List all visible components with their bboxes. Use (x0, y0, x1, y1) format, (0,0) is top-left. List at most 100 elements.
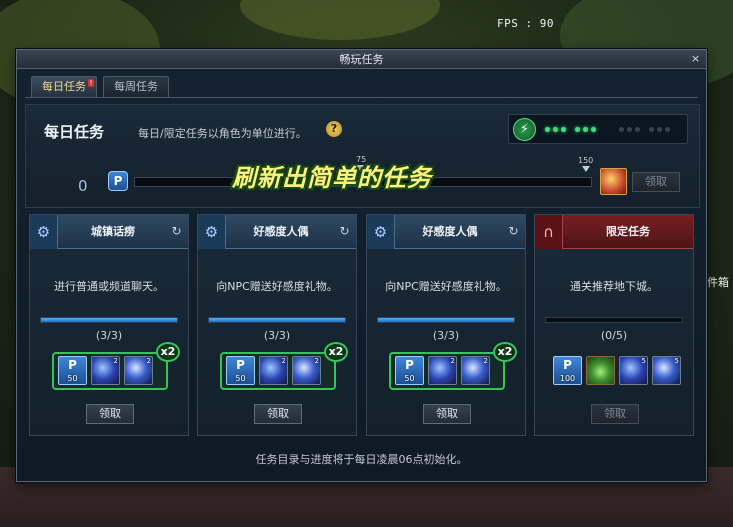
blue-orb-reward-icon[interactable]: 5 (619, 356, 648, 385)
refresh-icon[interactable]: ↻ (170, 225, 183, 238)
card-claim-button[interactable]: 领取 (86, 404, 134, 424)
refresh-icon[interactable]: ↻ (507, 225, 520, 238)
reward-qty: 5 (674, 357, 679, 365)
p-glyph: P (405, 358, 414, 372)
reward-qty: 2 (146, 357, 151, 365)
dungeon-gate-icon: ∩ (535, 215, 563, 249)
energy-pip-filled (545, 127, 550, 132)
reward-qty: 2 (314, 357, 319, 365)
lightning-icon: ⚡ (513, 118, 536, 141)
milestone-claim-button[interactable]: 领取 (632, 172, 680, 192)
p-glyph: P (68, 358, 77, 372)
gear-icon: ⚙ (367, 215, 395, 249)
blue-orb-reward-icon[interactable]: 2 (259, 356, 288, 385)
gear-icon: ⚙ (30, 215, 58, 249)
point-count: 0 (78, 177, 88, 195)
energy-pip-empty (627, 127, 632, 132)
reward-qty: 2 (450, 357, 455, 365)
card-description: 通关推荐地下城。 (570, 280, 658, 293)
refresh-banner: 刷新出简单的任务 (232, 164, 432, 192)
card-claim-button[interactable]: 领取 (591, 404, 639, 424)
card-claim-button[interactable]: 领取 (423, 404, 471, 424)
crystal-reward-icon[interactable]: 2 (292, 356, 321, 385)
card-rewards: P 50 2 2 x2 (389, 342, 517, 390)
reward-multiplier-badge: x2 (156, 342, 180, 362)
gear-icon: ⚙ (198, 215, 226, 249)
p-glyph: P (236, 358, 245, 372)
tab-weekly-label: 每周任务 (114, 80, 158, 93)
card-progress-fill (378, 318, 514, 322)
tab-daily-label: 每日任务 (42, 80, 86, 93)
potion-reward-icon[interactable] (586, 356, 615, 385)
p-point-reward-icon[interactable]: P 50 (395, 356, 424, 385)
fps-counter: FPS : 90 (497, 17, 554, 30)
energy-pip-filled (591, 127, 596, 132)
quest-card-town-chat: ⚙ 城镇话痨 ↻ 进行普通或频道聊天。 (3/3) P 50 2 2 x2 领取 (29, 214, 189, 436)
card-claim-button[interactable]: 领取 (254, 404, 302, 424)
card-progress-count: (3/3) (432, 329, 460, 342)
reward-amount: 50 (67, 374, 78, 383)
close-icon[interactable]: × (689, 53, 702, 66)
energy-pip-filled (583, 127, 588, 132)
quest-card-favor-doll: ⚙ 好感度人偶 ↻ 向NPC赠送好感度礼物。 (3/3) P 50 2 2 x2 … (197, 214, 357, 436)
quest-window: 畅玩任务 × 每日任务 ! 每周任务 每日任务 每日/限定任务以角色为单位进行。… (16, 49, 707, 482)
crystal-reward-icon[interactable]: 2 (124, 356, 153, 385)
page-description: 每日/限定任务以角色为单位进行。 (138, 127, 307, 140)
card-progress-count: (3/3) (263, 329, 291, 342)
quest-card-limited: ∩ 限定任务 通关推荐地下城。 (0/5) P 100 5 5 领取 (534, 214, 694, 436)
card-header: ⚙ 好感度人偶 ↻ (198, 215, 356, 249)
energy-pips-empty (619, 127, 670, 132)
reward-qty: 2 (113, 357, 118, 365)
card-progress-count: (3/3) (95, 329, 123, 342)
tab-weekly[interactable]: 每周任务 (103, 76, 169, 97)
side-menu-label[interactable]: 件箱 (707, 274, 729, 290)
card-rewards: P 100 5 5 (547, 352, 687, 390)
energy-pip-empty (657, 127, 662, 132)
card-progress-bar (40, 317, 178, 323)
reward-amount: 100 (559, 374, 576, 383)
card-title: 好感度人偶 (422, 225, 478, 238)
card-description: 进行普通或频道聊天。 (54, 280, 164, 293)
point-p-icon: P (108, 171, 128, 191)
p-point-reward-icon[interactable]: P 100 (553, 356, 582, 385)
page-title: 每日任务 (44, 123, 105, 141)
card-rewards: P 50 2 2 x2 (52, 342, 180, 390)
reward-qty: 2 (281, 357, 286, 365)
reward-qty: 5 (641, 357, 646, 365)
energy-pip-empty (635, 127, 640, 132)
reward-multiplier-badge: x2 (493, 342, 517, 362)
background-foliage (240, 0, 440, 40)
help-icon[interactable]: ? (326, 121, 342, 137)
card-description: 向NPC赠送好感度礼物。 (216, 280, 338, 293)
card-description: 向NPC赠送好感度礼物。 (385, 280, 507, 293)
card-header: ⚙ 好感度人偶 ↻ (367, 215, 525, 249)
energy-pip-empty (649, 127, 654, 132)
window-titlebar[interactable]: 畅玩任务 × (17, 50, 706, 69)
card-title: 城镇话痨 (91, 225, 135, 238)
milestone-reward-icon[interactable] (600, 168, 627, 195)
reset-notice: 任务目录与进度将于每日凌晨06点初始化。 (255, 453, 468, 466)
window-title: 畅玩任务 (339, 53, 384, 66)
energy-pip-empty (665, 127, 670, 132)
p-glyph: P (563, 358, 572, 372)
tab-daily[interactable]: 每日任务 ! (31, 76, 97, 97)
card-header: ∩ 限定任务 (535, 215, 693, 249)
card-progress-bar (377, 317, 515, 323)
card-progress-fill (41, 318, 177, 322)
crystal-reward-icon[interactable]: 2 (461, 356, 490, 385)
card-rewards: P 50 2 2 x2 (220, 342, 348, 390)
crystal-reward-icon[interactable]: 5 (652, 356, 681, 385)
milestone-max-marker (582, 166, 590, 172)
reward-qty: 2 (483, 357, 488, 365)
energy-indicator: ⚡ (508, 114, 688, 144)
card-title: 限定任务 (606, 225, 650, 238)
blue-orb-reward-icon[interactable]: 2 (91, 356, 120, 385)
milestone-max-label: 150 (578, 156, 594, 165)
reward-multiplier-badge: x2 (324, 342, 348, 362)
blue-orb-reward-icon[interactable]: 2 (428, 356, 457, 385)
energy-pip-filled (575, 127, 580, 132)
reward-amount: 50 (404, 374, 415, 383)
refresh-icon[interactable]: ↻ (338, 225, 351, 238)
p-point-reward-icon[interactable]: P 50 (226, 356, 255, 385)
p-point-reward-icon[interactable]: P 50 (58, 356, 87, 385)
